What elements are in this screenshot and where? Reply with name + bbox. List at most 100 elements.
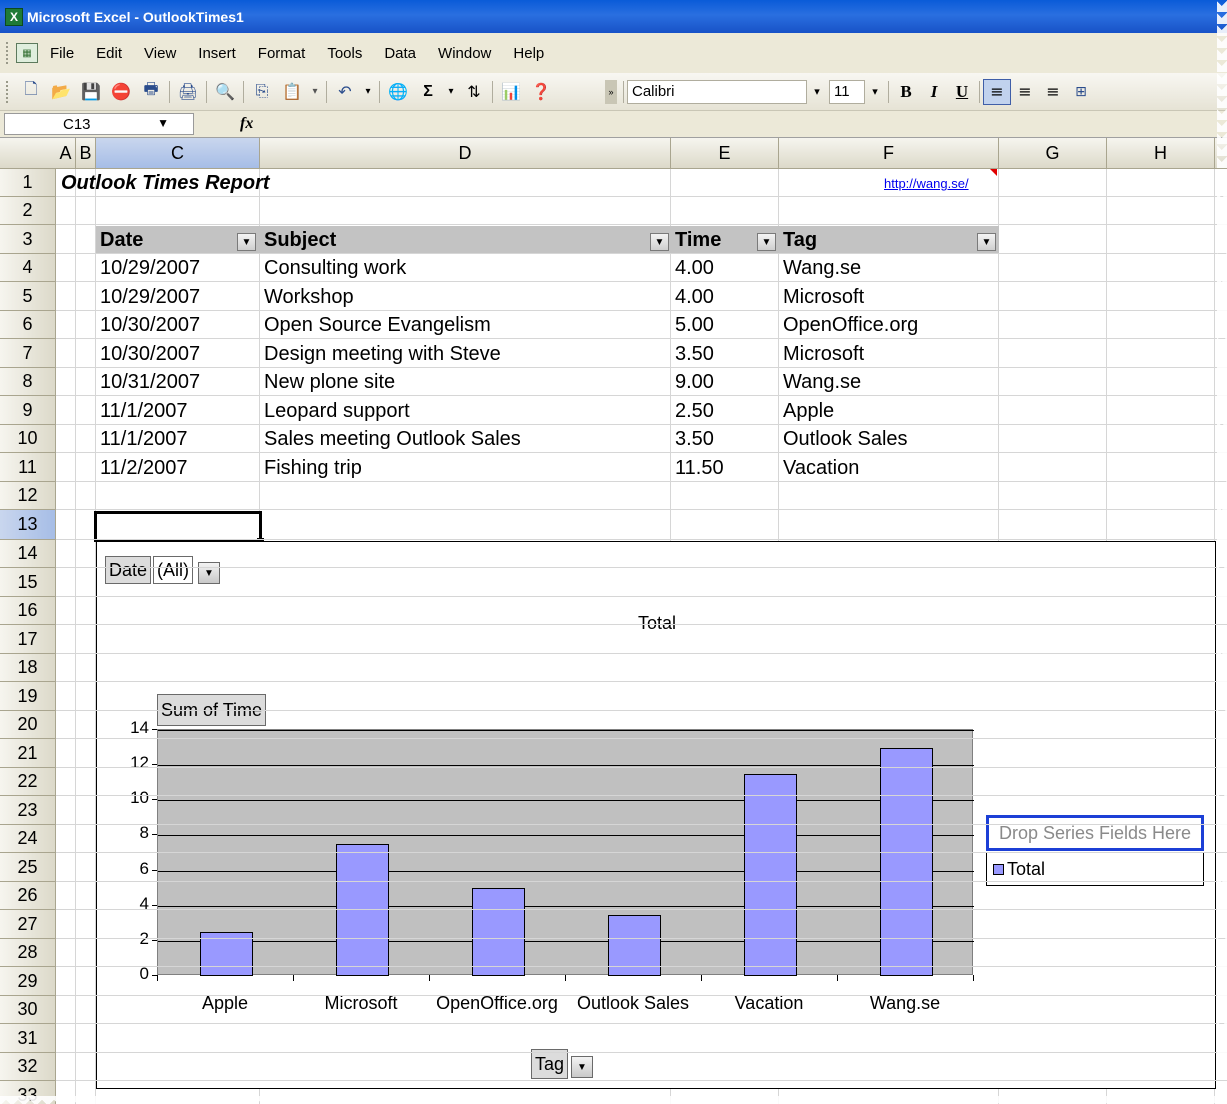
row-header-26[interactable]: 26 [0,882,56,910]
cell-subject[interactable]: New plone site [260,368,671,396]
paste-dropdown-icon[interactable]: ▾ [310,80,320,104]
menu-data[interactable]: Data [384,43,416,64]
row-header-24[interactable]: 24 [0,825,56,853]
row-header-1[interactable]: 1 [0,169,56,197]
filter-tag-dropdown-icon[interactable]: ▼ [977,233,996,251]
row-header-10[interactable]: 10 [0,425,56,453]
help-icon[interactable]: ❓ [529,80,553,104]
chart-wizard-icon[interactable]: 📊 [499,80,523,104]
font-name-dropdown-icon[interactable]: ▾ [810,80,824,104]
menu-file[interactable]: File [50,43,74,64]
active-cell[interactable] [94,511,262,542]
merge-center-icon[interactable]: ⊞ [1067,79,1095,105]
cell-time[interactable]: 5.00 [671,311,779,339]
column-header-h[interactable]: H [1107,138,1215,169]
cell-date[interactable]: 11/2/2007 [96,454,260,482]
row-header-23[interactable]: 23 [0,796,56,825]
row-header-2[interactable]: 2 [0,197,56,225]
wang-link[interactable]: http://wang.se/ [884,176,969,191]
name-box-dropdown-icon[interactable]: ▼ [157,116,169,130]
cell-date[interactable]: 10/30/2007 [96,340,260,368]
column-header-c[interactable]: C [96,138,260,169]
new-document-icon[interactable]: 🗋 [19,80,43,104]
save-icon[interactable]: 💾 [79,80,103,104]
menu-window[interactable]: Window [438,43,491,64]
row-header-20[interactable]: 20 [0,711,56,739]
bar-microsoft[interactable] [335,844,389,976]
cell-date[interactable]: 10/30/2007 [96,311,260,339]
row-header-22[interactable]: 22 [0,768,56,796]
drop-series-zone[interactable]: Drop Series Fields Here [986,815,1204,851]
cell-time[interactable]: 3.50 [671,340,779,368]
cell-subject[interactable]: Sales meeting Outlook Sales [260,425,671,453]
copy-icon[interactable]: ⎘ [250,80,274,104]
row-header-3[interactable]: 3 [0,225,56,254]
bold-button[interactable]: B [892,79,920,105]
cell-subject[interactable]: Consulting work [260,254,671,282]
bar-openoffice-org[interactable] [471,888,525,976]
toolbar-options-icon[interactable]: » [605,79,617,104]
select-all-corner[interactable] [0,138,57,169]
cell-tag[interactable]: Microsoft [779,340,999,368]
row-header-11[interactable]: 11 [0,453,56,482]
cell-tag[interactable]: Outlook Sales [779,425,999,453]
cell-time[interactable]: 3.50 [671,425,779,453]
filter-date-dropdown-icon[interactable]: ▼ [237,233,256,251]
autosum-icon[interactable]: Σ [416,80,440,104]
cell-subject[interactable]: Workshop [260,283,671,311]
cell-date[interactable]: 10/29/2007 [96,254,260,282]
cell-time[interactable]: 11.50 [671,454,779,482]
row-header-13[interactable]: 13 [0,510,56,540]
cell-time[interactable]: 4.00 [671,283,779,311]
cell-date[interactable]: 11/1/2007 [96,425,260,453]
filter-subject-dropdown-icon[interactable]: ▼ [650,233,669,251]
category-field-dropdown-icon[interactable]: ▼ [571,1056,593,1078]
menu-help[interactable]: Help [513,43,544,64]
align-center-icon[interactable]: ≡ [1011,79,1039,105]
open-folder-icon[interactable]: 📂 [49,80,73,104]
underline-button[interactable]: U [948,79,976,105]
name-box[interactable]: C13 ▼ [4,113,194,135]
category-field-button[interactable]: Tag [531,1049,569,1079]
cell-tag[interactable]: OpenOffice.org [779,311,999,339]
row-header-15[interactable]: 15 [0,568,56,597]
column-header-e[interactable]: E [671,138,779,169]
column-header-d[interactable]: D [260,138,671,169]
cell-subject[interactable]: Open Source Evangelism [260,311,671,339]
row-header-32[interactable]: 32 [0,1053,56,1081]
row-header-8[interactable]: 8 [0,368,56,396]
row-header-7[interactable]: 7 [0,339,56,368]
row-header-4[interactable]: 4 [0,254,56,282]
cell-tag[interactable]: Wang.se [779,368,999,396]
row-header-6[interactable]: 6 [0,311,56,339]
row-header-16[interactable]: 16 [0,597,56,625]
bar-vacation[interactable] [743,773,797,976]
align-left-icon[interactable]: ≡ [983,78,1011,105]
sort-ascending-icon[interactable]: ⇅ [462,80,486,104]
row-header-5[interactable]: 5 [0,282,56,311]
row-header-19[interactable]: 19 [0,682,56,711]
row-header-28[interactable]: 28 [0,939,56,967]
row-header-14[interactable]: 14 [0,540,56,568]
page-field-dropdown-icon[interactable]: ▼ [198,562,220,584]
column-header-f[interactable]: F [779,138,999,169]
cell-subject[interactable]: Design meeting with Steve [260,340,671,368]
cell-time[interactable]: 9.00 [671,368,779,396]
cell-date[interactable]: 11/1/2007 [96,397,260,425]
menu-format[interactable]: Format [258,43,306,64]
cell-tag[interactable]: Microsoft [779,283,999,311]
formula-input[interactable] [253,113,1227,135]
cell-tag[interactable]: Apple [779,397,999,425]
cell-date[interactable]: 10/29/2007 [96,283,260,311]
toolbar-grip-icon[interactable] [6,42,12,64]
research-icon[interactable]: 🔍 [213,80,237,104]
worksheet-grid[interactable]: A B C D E F G H 1 2 3 4 5 6 7 8 9 10 11 12 13 14 15 16 1… [0,138,1227,1104]
undo-icon[interactable]: ↶ [333,80,357,104]
row-header-9[interactable]: 9 [0,396,56,425]
row-header-25[interactable]: 25 [0,853,56,882]
filter-time-dropdown-icon[interactable]: ▼ [757,233,776,251]
bar-wang-se[interactable] [879,747,933,976]
italic-button[interactable]: I [920,79,948,105]
menu-edit[interactable]: Edit [96,43,122,64]
document-icon[interactable]: ▦ [16,43,38,63]
